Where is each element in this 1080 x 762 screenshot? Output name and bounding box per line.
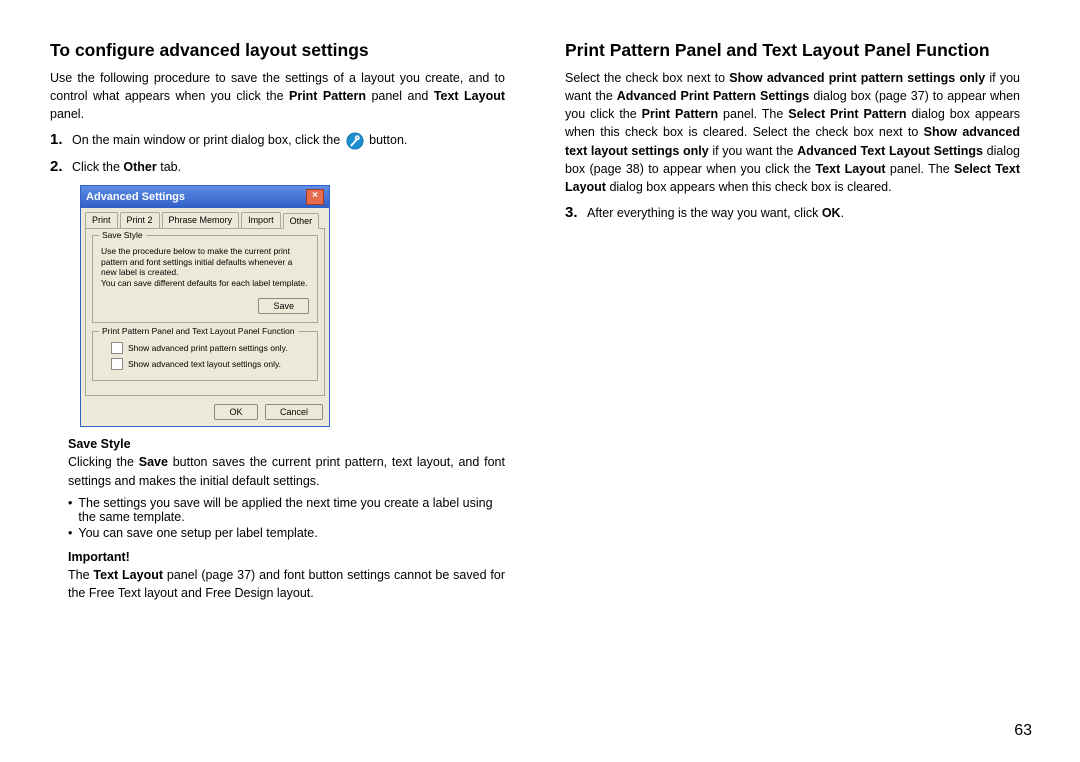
dialog-title-text: Advanced Settings — [86, 191, 185, 203]
step-body: Click the Other tab. — [72, 158, 505, 177]
rp-e: panel. The — [718, 107, 788, 121]
intro-bold-textlayout: Text Layout — [434, 89, 505, 103]
checkbox-print-pattern[interactable] — [111, 342, 123, 354]
step2-text-a: Click the — [72, 160, 123, 174]
left-heading: To configure advanced layout settings — [50, 40, 505, 61]
step-2: 2. Click the Other tab. — [50, 158, 505, 177]
important-bold: Text Layout — [93, 568, 163, 582]
intro-text3: panel. — [50, 107, 84, 121]
tab-phrase[interactable]: Phrase Memory — [162, 212, 240, 228]
step-number: 1. — [50, 131, 68, 150]
tab-print[interactable]: Print — [85, 212, 118, 228]
step-number: 3. — [565, 204, 583, 223]
bullet-2-text: You can save one setup per label templat… — [78, 526, 317, 540]
rp-b1: Show advanced print pattern settings onl… — [729, 71, 985, 85]
page-number: 63 — [1014, 722, 1032, 740]
rp-a: Select the check box next to — [565, 71, 729, 85]
step-1: 1. On the main window or print dialog bo… — [50, 131, 505, 150]
rp-j: dialog box appears when this check box i… — [606, 180, 892, 194]
rp-b7: Text Layout — [815, 162, 885, 176]
dialog-titlebar: Advanced Settings × — [81, 186, 329, 208]
right-column: Print Pattern Panel and Text Layout Pane… — [565, 40, 1020, 732]
step3-bold: OK — [822, 206, 841, 220]
step-body: On the main window or print dialog box, … — [72, 131, 505, 150]
rp-g: if you want the — [709, 144, 798, 158]
bullet-2: • You can save one setup per label templ… — [68, 526, 505, 540]
checkbox-text-layout[interactable] — [111, 358, 123, 370]
tab-import[interactable]: Import — [241, 212, 281, 228]
step3-a: After everything is the way you want, cl… — [587, 206, 822, 220]
fieldset-save-style: Save Style Use the procedure below to ma… — [92, 235, 318, 324]
step1-text-b: button. — [369, 133, 407, 147]
step-number: 2. — [50, 158, 68, 177]
save-style-paragraph: Clicking the Save button saves the curre… — [68, 453, 505, 489]
manual-page: To configure advanced layout settings Us… — [0, 0, 1080, 762]
intro-bold-printpattern: Print Pattern — [289, 89, 366, 103]
checkbox-row-2: Show advanced text layout settings only. — [111, 358, 309, 370]
save-style-body: Use the procedure below to make the curr… — [101, 246, 309, 289]
rp-b4: Select Print Pattern — [788, 107, 906, 121]
cancel-button[interactable]: Cancel — [265, 404, 323, 420]
tab-print2[interactable]: Print 2 — [120, 212, 160, 228]
savestyle-bold: Save — [139, 455, 168, 469]
step3-b: . — [841, 206, 844, 220]
tab-panel-other: Save Style Use the procedure below to ma… — [85, 228, 325, 397]
dialog-button-row: OK Cancel — [81, 400, 329, 426]
advanced-settings-dialog: Advanced Settings × Print Print 2 Phrase… — [80, 185, 330, 428]
rp-b2: Advanced Print Pattern Settings — [617, 89, 810, 103]
rp-b3: Print Pattern — [642, 107, 718, 121]
step-body: After everything is the way you want, cl… — [587, 204, 1020, 223]
save-style-heading: Save Style — [68, 437, 505, 451]
bullet-dot: • — [68, 496, 72, 524]
dialog-tabs: Print Print 2 Phrase Memory Import Other — [81, 208, 329, 228]
right-paragraph: Select the check box next to Show advanc… — [565, 69, 1020, 196]
step1-text-a: On the main window or print dialog box, … — [72, 133, 344, 147]
important-1a: The — [68, 568, 93, 582]
savestyle-1a: Clicking the — [68, 455, 139, 469]
important-paragraph: The Text Layout panel (page 37) and font… — [68, 566, 505, 602]
important-heading: Important! — [68, 550, 505, 564]
intro-text2: panel and — [366, 89, 434, 103]
step2-bold: Other — [123, 160, 156, 174]
right-heading: Print Pattern Panel and Text Layout Pane… — [565, 40, 1020, 61]
bullet-dot: • — [68, 526, 72, 540]
checkbox-label-2: Show advanced text layout settings only. — [128, 359, 281, 369]
bullet-1-text: The settings you save will be applied th… — [78, 496, 505, 524]
left-column: To configure advanced layout settings Us… — [50, 40, 505, 732]
step2-text-b: tab. — [157, 160, 181, 174]
tab-other[interactable]: Other — [283, 213, 320, 229]
fieldset-panel-function: Print Pattern Panel and Text Layout Pane… — [92, 331, 318, 381]
legend-panel-function: Print Pattern Panel and Text Layout Pane… — [99, 326, 298, 336]
setup-icon — [346, 132, 364, 150]
step-3: 3. After everything is the way you want,… — [565, 204, 1020, 223]
close-icon[interactable]: × — [306, 189, 324, 205]
rp-i: panel. The — [886, 162, 954, 176]
checkbox-label-1: Show advanced print pattern settings onl… — [128, 343, 288, 353]
intro-paragraph: Use the following procedure to save the … — [50, 69, 505, 123]
bullet-1: • The settings you save will be applied … — [68, 496, 505, 524]
rp-b6: Advanced Text Layout Settings — [797, 144, 983, 158]
ok-button[interactable]: OK — [214, 404, 257, 420]
legend-save-style: Save Style — [99, 230, 146, 240]
checkbox-row-1: Show advanced print pattern settings onl… — [111, 342, 309, 354]
save-button[interactable]: Save — [258, 298, 309, 314]
